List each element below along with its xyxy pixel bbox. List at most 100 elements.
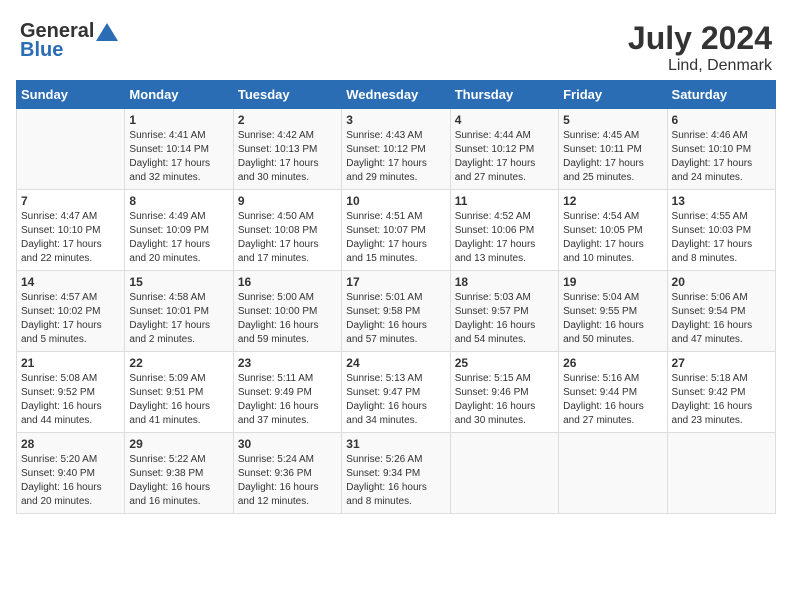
day-number: 31 bbox=[346, 437, 445, 451]
day-content: Sunrise: 4:54 AM Sunset: 10:05 PM Daylig… bbox=[563, 210, 662, 266]
calendar-cell: 16Sunrise: 5:00 AM Sunset: 10:00 PM Dayl… bbox=[233, 271, 341, 352]
day-number: 17 bbox=[346, 275, 445, 289]
day-number: 29 bbox=[129, 437, 228, 451]
day-content: Sunrise: 5:00 AM Sunset: 10:00 PM Daylig… bbox=[238, 291, 337, 347]
column-header-monday: Monday bbox=[125, 81, 233, 109]
month-title: July 2024 bbox=[628, 20, 772, 57]
calendar-cell: 5 Sunrise: 4:45 AM Sunset: 10:11 PM Dayli… bbox=[559, 109, 667, 190]
column-headers: SundayMondayTuesdayWednesdayThursdayFrid… bbox=[17, 81, 776, 109]
day-number: 6 bbox=[672, 113, 771, 127]
day-number: 1 bbox=[129, 113, 228, 127]
calendar-cell: 27 Sunrise: 5:18 AM Sunset: 9:42 PM Dayli… bbox=[667, 352, 775, 433]
day-content: Sunrise: 4:51 AM Sunset: 10:07 PM Daylig… bbox=[346, 210, 445, 266]
calendar-row-1: 1 Sunrise: 4:41 AM Sunset: 10:14 PM Dayli… bbox=[17, 109, 776, 190]
day-number: 27 bbox=[672, 356, 771, 370]
day-content: Sunrise: 5:20 AM Sunset: 9:40 PM Dayligh… bbox=[21, 453, 120, 509]
day-content: Sunrise: 5:06 AM Sunset: 9:54 PM Dayligh… bbox=[672, 291, 771, 347]
day-number: 11 bbox=[455, 194, 554, 208]
day-number: 23 bbox=[238, 356, 337, 370]
calendar-cell: 4 Sunrise: 4:44 AM Sunset: 10:12 PM Dayli… bbox=[450, 109, 558, 190]
day-content: Sunrise: 4:57 AM Sunset: 10:02 PM Daylig… bbox=[21, 291, 120, 347]
calendar-cell: 10 Sunrise: 4:51 AM Sunset: 10:07 PM Dayl… bbox=[342, 190, 450, 271]
day-content: Sunrise: 4:58 AM Sunset: 10:01 PM Daylig… bbox=[129, 291, 228, 347]
day-number: 5 bbox=[563, 113, 662, 127]
day-content: Sunrise: 4:49 AM Sunset: 10:09 PM Daylig… bbox=[129, 210, 228, 266]
day-content: Sunrise: 4:45 AM Sunset: 10:11 PM Daylig… bbox=[563, 129, 662, 185]
day-number: 14 bbox=[21, 275, 120, 289]
calendar-cell: 29 Sunrise: 5:22 AM Sunset: 9:38 PM Dayli… bbox=[125, 433, 233, 514]
day-number: 4 bbox=[455, 113, 554, 127]
column-header-thursday: Thursday bbox=[450, 81, 558, 109]
day-content: Sunrise: 5:24 AM Sunset: 9:36 PM Dayligh… bbox=[238, 453, 337, 509]
day-content: Sunrise: 4:44 AM Sunset: 10:12 PM Daylig… bbox=[455, 129, 554, 185]
logo: General Blue bbox=[20, 20, 118, 62]
logo-blue-text: Blue bbox=[20, 39, 63, 62]
calendar-cell: 18 Sunrise: 5:03 AM Sunset: 9:57 PM Dayli… bbox=[450, 271, 558, 352]
day-content: Sunrise: 5:16 AM Sunset: 9:44 PM Dayligh… bbox=[563, 372, 662, 428]
calendar-cell bbox=[559, 433, 667, 514]
day-number: 28 bbox=[21, 437, 120, 451]
day-number: 13 bbox=[672, 194, 771, 208]
calendar-cell: 25Sunrise: 5:15 AM Sunset: 9:46 PM Dayli… bbox=[450, 352, 558, 433]
column-header-tuesday: Tuesday bbox=[233, 81, 341, 109]
calendar-cell: 11 Sunrise: 4:52 AM Sunset: 10:06 PM Dayl… bbox=[450, 190, 558, 271]
day-content: Sunrise: 4:47 AM Sunset: 10:10 PM Daylig… bbox=[21, 210, 120, 266]
calendar-row-2: 7 Sunrise: 4:47 AM Sunset: 10:10 PM Dayli… bbox=[17, 190, 776, 271]
day-content: Sunrise: 4:46 AM Sunset: 10:10 PM Daylig… bbox=[672, 129, 771, 185]
calendar-cell: 15 Sunrise: 4:58 AM Sunset: 10:01 PM Dayl… bbox=[125, 271, 233, 352]
calendar-row-5: 28 Sunrise: 5:20 AM Sunset: 9:40 PM Dayli… bbox=[17, 433, 776, 514]
calendar-cell bbox=[17, 109, 125, 190]
header: General Blue July 2024 Lind, Denmark bbox=[10, 10, 782, 80]
day-content: Sunrise: 5:22 AM Sunset: 9:38 PM Dayligh… bbox=[129, 453, 228, 509]
day-content: Sunrise: 5:04 AM Sunset: 9:55 PM Dayligh… bbox=[563, 291, 662, 347]
day-number: 24 bbox=[346, 356, 445, 370]
day-number: 3 bbox=[346, 113, 445, 127]
day-number: 12 bbox=[563, 194, 662, 208]
calendar-cell: 30Sunrise: 5:24 AM Sunset: 9:36 PM Dayli… bbox=[233, 433, 341, 514]
day-content: Sunrise: 5:08 AM Sunset: 9:52 PM Dayligh… bbox=[21, 372, 120, 428]
day-number: 2 bbox=[238, 113, 337, 127]
column-header-sunday: Sunday bbox=[17, 81, 125, 109]
column-header-saturday: Saturday bbox=[667, 81, 775, 109]
location: Lind, Denmark bbox=[628, 57, 772, 75]
calendar-cell: 3 Sunrise: 4:43 AM Sunset: 10:12 PM Dayli… bbox=[342, 109, 450, 190]
calendar-cell bbox=[667, 433, 775, 514]
calendar-cell: 9Sunrise: 4:50 AM Sunset: 10:08 PM Dayli… bbox=[233, 190, 341, 271]
calendar-cell: 8 Sunrise: 4:49 AM Sunset: 10:09 PM Dayli… bbox=[125, 190, 233, 271]
calendar-cell: 26 Sunrise: 5:16 AM Sunset: 9:44 PM Dayli… bbox=[559, 352, 667, 433]
day-content: Sunrise: 5:03 AM Sunset: 9:57 PM Dayligh… bbox=[455, 291, 554, 347]
day-content: Sunrise: 5:18 AM Sunset: 9:42 PM Dayligh… bbox=[672, 372, 771, 428]
calendar-cell: 1 Sunrise: 4:41 AM Sunset: 10:14 PM Dayli… bbox=[125, 109, 233, 190]
day-number: 10 bbox=[346, 194, 445, 208]
day-number: 26 bbox=[563, 356, 662, 370]
calendar-cell: 6 Sunrise: 4:46 AM Sunset: 10:10 PM Dayli… bbox=[667, 109, 775, 190]
calendar-cell: 2 Sunrise: 4:42 AM Sunset: 10:13 PM Dayli… bbox=[233, 109, 341, 190]
calendar-cell: 14 Sunrise: 4:57 AM Sunset: 10:02 PM Dayl… bbox=[17, 271, 125, 352]
day-content: Sunrise: 4:55 AM Sunset: 10:03 PM Daylig… bbox=[672, 210, 771, 266]
day-number: 15 bbox=[129, 275, 228, 289]
day-content: Sunrise: 5:11 AM Sunset: 9:49 PM Dayligh… bbox=[238, 372, 337, 428]
calendar-cell: 22Sunrise: 5:09 AM Sunset: 9:51 PM Dayli… bbox=[125, 352, 233, 433]
column-header-friday: Friday bbox=[559, 81, 667, 109]
day-content: Sunrise: 4:43 AM Sunset: 10:12 PM Daylig… bbox=[346, 129, 445, 185]
day-content: Sunrise: 4:41 AM Sunset: 10:14 PM Daylig… bbox=[129, 129, 228, 185]
day-content: Sunrise: 4:52 AM Sunset: 10:06 PM Daylig… bbox=[455, 210, 554, 266]
calendar-cell: 17 Sunrise: 5:01 AM Sunset: 9:58 PM Dayli… bbox=[342, 271, 450, 352]
day-number: 21 bbox=[21, 356, 120, 370]
calendar-row-3: 14 Sunrise: 4:57 AM Sunset: 10:02 PM Dayl… bbox=[17, 271, 776, 352]
day-content: Sunrise: 5:26 AM Sunset: 9:34 PM Dayligh… bbox=[346, 453, 445, 509]
calendar-cell: 7 Sunrise: 4:47 AM Sunset: 10:10 PM Dayli… bbox=[17, 190, 125, 271]
day-number: 8 bbox=[129, 194, 228, 208]
calendar-cell: 28 Sunrise: 5:20 AM Sunset: 9:40 PM Dayli… bbox=[17, 433, 125, 514]
calendar-cell: 13 Sunrise: 4:55 AM Sunset: 10:03 PM Dayl… bbox=[667, 190, 775, 271]
calendar-table: SundayMondayTuesdayWednesdayThursdayFrid… bbox=[16, 80, 776, 514]
calendar-cell: 19Sunrise: 5:04 AM Sunset: 9:55 PM Dayli… bbox=[559, 271, 667, 352]
day-content: Sunrise: 4:42 AM Sunset: 10:13 PM Daylig… bbox=[238, 129, 337, 185]
calendar-cell: 24Sunrise: 5:13 AM Sunset: 9:47 PM Dayli… bbox=[342, 352, 450, 433]
day-number: 18 bbox=[455, 275, 554, 289]
calendar-cell: 20Sunrise: 5:06 AM Sunset: 9:54 PM Dayli… bbox=[667, 271, 775, 352]
day-number: 7 bbox=[21, 194, 120, 208]
day-content: Sunrise: 5:01 AM Sunset: 9:58 PM Dayligh… bbox=[346, 291, 445, 347]
logo-icon bbox=[96, 23, 118, 41]
calendar-cell: 12 Sunrise: 4:54 AM Sunset: 10:05 PM Dayl… bbox=[559, 190, 667, 271]
